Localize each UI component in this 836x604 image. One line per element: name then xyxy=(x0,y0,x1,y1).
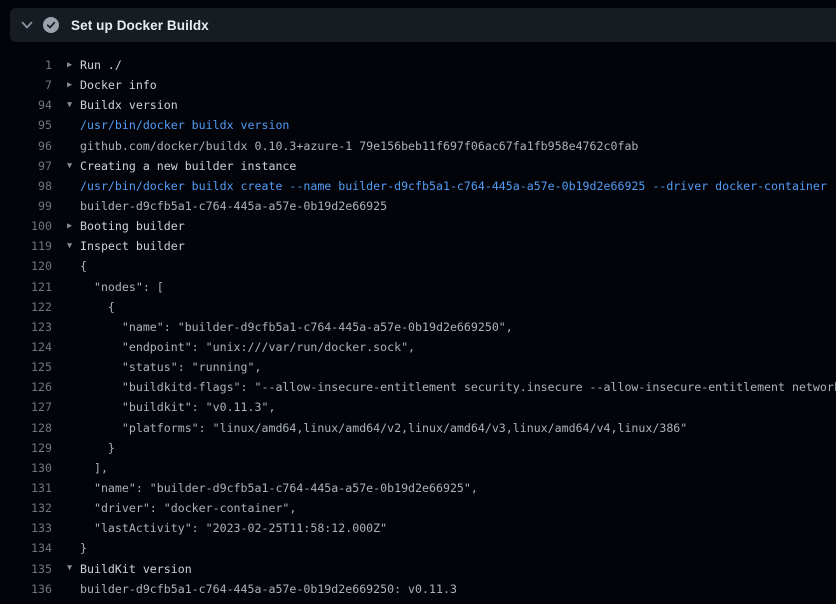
log-row: 132 "driver": "docker-container", xyxy=(0,498,836,518)
log-group-row[interactable]: 7▶Docker info xyxy=(0,75,836,95)
group-title: Docker info xyxy=(80,78,157,92)
output-text: "name": "builder-d9cfb5a1-c764-445a-a57e… xyxy=(80,320,513,334)
line-number-link[interactable]: 129 xyxy=(0,441,52,455)
output-text: "name": "builder-d9cfb5a1-c764-445a-a57e… xyxy=(80,481,478,495)
log-row: 131 "name": "builder-d9cfb5a1-c764-445a-… xyxy=(0,478,836,498)
group-title: Booting builder xyxy=(80,219,185,233)
step-header[interactable]: Set up Docker Buildx xyxy=(10,8,836,42)
output-text: { xyxy=(80,259,87,273)
triangle-right-icon: ▶ xyxy=(52,222,80,231)
output-text: "nodes": [ xyxy=(80,280,164,294)
group-title: Run ./ xyxy=(80,58,122,72)
output-text: builder-d9cfb5a1-c764-445a-a57e-0b19d2e6… xyxy=(80,582,457,596)
line-number-link[interactable]: 133 xyxy=(0,521,52,535)
log-row: 123 "name": "builder-d9cfb5a1-c764-445a-… xyxy=(0,317,836,337)
log-row: 129 } xyxy=(0,438,836,458)
line-number-link[interactable]: 135 xyxy=(0,562,52,576)
log-row: 96 github.com/docker/buildx 0.10.3+azure-… xyxy=(0,136,836,156)
output-text: "lastActivity": "2023-02-25T11:58:12.000… xyxy=(80,521,387,535)
log-group-row[interactable]: 119▼Inspect builder xyxy=(0,236,836,256)
line-number-link[interactable]: 131 xyxy=(0,481,52,495)
triangle-right-icon: ▶ xyxy=(52,61,80,70)
log-row: 122 { xyxy=(0,297,836,317)
line-number-link[interactable]: 119 xyxy=(0,239,52,253)
output-text: "platforms": "linux/amd64,linux/amd64/v2… xyxy=(80,421,687,435)
log-row: 133 "lastActivity": "2023-02-25T11:58:12… xyxy=(0,518,836,538)
log-row: 134} xyxy=(0,538,836,558)
command-text: /usr/bin/docker buildx create --name bui… xyxy=(80,179,827,193)
line-number-link[interactable]: 124 xyxy=(0,340,52,354)
group-title: BuildKit version xyxy=(80,562,192,576)
log-row: 125 "status": "running", xyxy=(0,357,836,377)
log-row: 124 "endpoint": "unix:///var/run/docker.… xyxy=(0,337,836,357)
actions-log-view: Set up Docker Buildx 1▶Run ./7▶Docker in… xyxy=(0,0,836,604)
line-number-link[interactable]: 121 xyxy=(0,280,52,294)
line-number-link[interactable]: 122 xyxy=(0,300,52,314)
output-text: } xyxy=(80,441,115,455)
output-text: } xyxy=(80,541,87,555)
line-number-link[interactable]: 125 xyxy=(0,360,52,374)
triangle-right-icon: ▶ xyxy=(52,81,80,90)
line-number-link[interactable]: 97 xyxy=(0,159,52,173)
line-number-link[interactable]: 98 xyxy=(0,179,52,193)
log-row: 136 builder-d9cfb5a1-c764-445a-a57e-0b19d… xyxy=(0,579,836,599)
log-lines: 1▶Run ./7▶Docker info94▼Buildx version95… xyxy=(0,44,836,604)
log-group-row[interactable]: 94▼Buildx version xyxy=(0,95,836,115)
log-group-row[interactable]: 1▶Run ./ xyxy=(0,55,836,75)
line-number-link[interactable]: 126 xyxy=(0,380,52,394)
output-text: { xyxy=(80,300,115,314)
triangle-down-icon: ▼ xyxy=(52,162,80,171)
line-number-link[interactable]: 136 xyxy=(0,582,52,596)
line-number-link[interactable]: 128 xyxy=(0,421,52,435)
line-number-link[interactable]: 120 xyxy=(0,259,52,273)
line-number-link[interactable]: 134 xyxy=(0,541,52,555)
group-title: Inspect builder xyxy=(80,239,185,253)
group-title: Buildx version xyxy=(80,98,178,112)
output-text: "buildkitd-flags": "--allow-insecure-ent… xyxy=(80,380,836,394)
line-number-link[interactable]: 132 xyxy=(0,501,52,515)
output-text: github.com/docker/buildx 0.10.3+azure-1 … xyxy=(80,139,638,153)
output-text: "status": "running", xyxy=(80,360,261,374)
group-title: Creating a new builder instance xyxy=(80,159,296,173)
log-row: 128 "platforms": "linux/amd64,linux/amd6… xyxy=(0,418,836,438)
step-title: Set up Docker Buildx xyxy=(71,18,209,33)
output-text: builder-d9cfb5a1-c764-445a-a57e-0b19d2e6… xyxy=(80,199,387,213)
log-group-row[interactable]: 100▶Booting builder xyxy=(0,216,836,236)
line-number-link[interactable]: 96 xyxy=(0,139,52,153)
log-row: 98/usr/bin/docker buildx create --name b… xyxy=(0,176,836,196)
log-row: 99 builder-d9cfb5a1-c764-445a-a57e-0b19d2… xyxy=(0,196,836,216)
line-number-link[interactable]: 7 xyxy=(0,78,52,92)
command-text: /usr/bin/docker buildx version xyxy=(80,118,289,132)
log-row: 121 "nodes": [ xyxy=(0,277,836,297)
log-row: 130 ], xyxy=(0,458,836,478)
output-text: "endpoint": "unix:///var/run/docker.sock… xyxy=(80,340,415,354)
triangle-down-icon: ▼ xyxy=(52,242,80,251)
line-number-link[interactable]: 123 xyxy=(0,320,52,334)
log-row: 127 "buildkit": "v0.11.3", xyxy=(0,397,836,417)
triangle-down-icon: ▼ xyxy=(52,564,80,573)
line-number-link[interactable]: 95 xyxy=(0,118,52,132)
line-number-link[interactable]: 130 xyxy=(0,461,52,475)
log-row: 126 "buildkitd-flags": "--allow-insecure… xyxy=(0,377,836,397)
output-text: "buildkit": "v0.11.3", xyxy=(80,400,275,414)
line-number-link[interactable]: 1 xyxy=(0,58,52,72)
log-group-row[interactable]: 97▼Creating a new builder instance xyxy=(0,156,836,176)
log-row: 120 { xyxy=(0,256,836,276)
output-text: ], xyxy=(80,461,108,475)
line-number-link[interactable]: 100 xyxy=(0,219,52,233)
chevron-down-icon[interactable] xyxy=(20,18,34,32)
log-group-row[interactable]: 135▼BuildKit version xyxy=(0,559,836,579)
log-row: 95/usr/bin/docker buildx version xyxy=(0,115,836,135)
line-number-link[interactable]: 94 xyxy=(0,98,52,112)
check-circle-icon xyxy=(43,17,59,33)
output-text: "driver": "docker-container", xyxy=(80,501,296,515)
line-number-link[interactable]: 127 xyxy=(0,400,52,414)
line-number-link[interactable]: 99 xyxy=(0,199,52,213)
triangle-down-icon: ▼ xyxy=(52,101,80,110)
